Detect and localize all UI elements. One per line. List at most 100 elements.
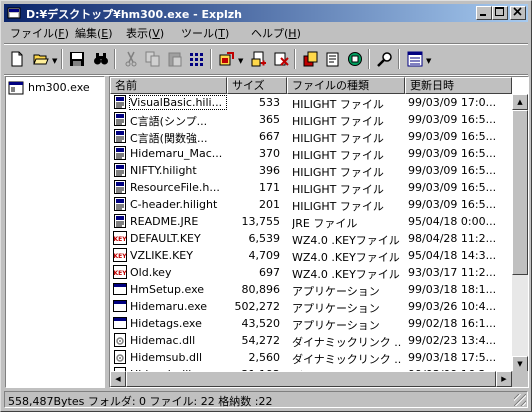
menu-view[interactable]: 表示(V)	[126, 25, 164, 41]
file-size: 697	[259, 266, 280, 279]
paste-button[interactable]	[164, 48, 186, 70]
convert-button[interactable]	[300, 48, 322, 70]
file-name: Hidemsub.dll	[130, 351, 203, 364]
file-date: 99/03/26 10:4...	[408, 300, 497, 313]
file-row[interactable]: C-header.hilight 201 HILIGHT ファイル 99/03/09 …	[110, 196, 512, 213]
file-date: 99/02/18 16:1...	[408, 317, 497, 330]
scroll-right-button[interactable]: ▶	[496, 371, 512, 387]
file-date: 99/03/09 17:0...	[408, 96, 497, 109]
file-row[interactable]: C言語(関数強... 667 HILIGHT ファイル 99/03/09 16:5..…	[110, 128, 512, 145]
save-button[interactable]	[66, 48, 88, 70]
maximize-button[interactable]	[492, 6, 508, 20]
file-row[interactable]: ResourceFile.h... 171 HILIGHT ファイル 99/03/09…	[110, 179, 512, 196]
scroll-up-button[interactable]: ▲	[512, 94, 528, 110]
properties-button[interactable]	[322, 48, 344, 70]
check-button[interactable]	[344, 48, 366, 70]
file-date: 98/04/28 11:2...	[408, 232, 497, 245]
app-icon	[7, 7, 21, 19]
vertical-scrollbar[interactable]: ▲ ▼	[512, 94, 528, 372]
new-archive-button[interactable]	[6, 48, 28, 70]
file-name: Hidemaru_Mac...	[130, 147, 223, 160]
extract-dropdown-arrow[interactable]: ▼	[238, 57, 243, 65]
file-row[interactable]: KEY VZLIKE.KEY 4,709 WZ4.0 .KEYファイル 95/04/18…	[110, 247, 512, 264]
extract-button[interactable]	[216, 48, 238, 70]
dll-icon	[113, 333, 127, 347]
scrollbar-corner	[512, 371, 528, 387]
file-size: 13,755	[241, 215, 281, 228]
add-files-button[interactable]	[248, 48, 270, 70]
file-row[interactable]: Hidemac.dll 54,272 ダイナミックリンク ... 99/02/23 1…	[110, 332, 512, 349]
scroll-down-button[interactable]: ▼	[512, 356, 528, 372]
column-header-date[interactable]: 更新日時	[405, 77, 512, 94]
file-row[interactable]: Hidemaru.exe 502,272 アプリケーション 99/03/26 10:4…	[110, 298, 512, 315]
key-file-icon: KEY	[113, 265, 127, 279]
resize-grip[interactable]	[514, 394, 526, 406]
copy-button[interactable]	[142, 48, 164, 70]
menu-edit[interactable]: 編集(E)	[75, 25, 113, 41]
save-icon	[70, 52, 84, 66]
file-row[interactable]: Hidemsub.dll 2,560 ダイナミックリンク ... 99/03/18 1…	[110, 349, 512, 366]
horizontal-scrollbar[interactable]: ◀ ▶	[110, 371, 512, 387]
open-folder-button[interactable]	[30, 48, 52, 70]
toolbar-separator	[210, 49, 212, 69]
file-size: 171	[259, 181, 280, 194]
file-row[interactable]: C言語(シンプ... 365 HILIGHT ファイル 99/03/09 16:5..…	[110, 111, 512, 128]
status-bar: 558,487Bytes フォルダ: 0 ファイル: 22 格納数 :22	[4, 391, 528, 408]
file-name: Hidemac.dll	[130, 334, 196, 347]
file-row[interactable]: NIFTY.hilight 396 HILIGHT ファイル 99/03/09 16:…	[110, 162, 512, 179]
menu-file[interactable]: ファイル(F)	[10, 25, 69, 41]
file-date: 99/03/09 16:5...	[408, 198, 497, 211]
menu-tools[interactable]: ツール(T)	[181, 25, 229, 41]
column-header-type[interactable]: ファイルの種類	[287, 77, 405, 94]
svg-text:KEY: KEY	[113, 270, 127, 277]
close-button[interactable]	[510, 6, 526, 20]
key-file-icon: KEY	[113, 248, 127, 262]
cut-button[interactable]	[120, 48, 142, 70]
file-name: NIFTY.hilight	[130, 164, 197, 177]
search-icon	[377, 52, 392, 67]
select-all-button[interactable]	[186, 48, 208, 70]
file-row[interactable]: Hidemaru_Mac... 370 HILIGHT ファイル 99/03/09 1…	[110, 145, 512, 162]
column-header-name[interactable]: 名前	[110, 77, 227, 94]
title-bar[interactable]: D:¥デスクトップ¥hm300.exe - Explzh	[4, 4, 528, 22]
file-row[interactable]: VisualBasic.hili... 533 HILIGHT ファイル 99/03/…	[110, 94, 512, 111]
file-row[interactable]: README.JRE 13,755 JRE ファイル 95/04/18 0:00...	[110, 213, 512, 230]
paste-icon	[168, 52, 182, 67]
vertical-scroll-thumb[interactable]	[512, 110, 528, 275]
column-header-size[interactable]: サイズ	[227, 77, 287, 94]
file-row[interactable]: HmSetup.exe 80,896 アプリケーション 99/03/18 18:1..…	[110, 281, 512, 298]
file-date: 99/03/18 17:5...	[408, 351, 497, 364]
file-size: 533	[259, 96, 280, 109]
close-icon	[513, 7, 522, 16]
menu-help[interactable]: ヘルプ(H)	[251, 25, 301, 41]
toolbar: ▼ ▼ ▼	[4, 45, 530, 73]
document-icon	[113, 112, 127, 126]
horizontal-scroll-thumb[interactable]	[126, 371, 496, 387]
file-row[interactable]: Hidetags.exe 43,520 アプリケーション 99/02/18 16:1.…	[110, 315, 512, 332]
extract-icon	[219, 52, 234, 66]
delete-button[interactable]	[270, 48, 292, 70]
file-size: 4,709	[248, 249, 281, 262]
scroll-left-button[interactable]: ◀	[110, 371, 126, 387]
search-button[interactable]	[374, 48, 396, 70]
file-size: 80,896	[241, 283, 281, 296]
toolbar-separator	[368, 49, 370, 69]
key-file-icon: KEY	[113, 231, 127, 245]
explzh-window: D:¥デスクトップ¥hm300.exe - Explzh ファイル(F) 編集(…	[0, 0, 532, 412]
view-mode-dropdown-arrow[interactable]: ▼	[426, 57, 431, 65]
file-type: アプリケーション	[292, 319, 380, 332]
file-size: 370	[259, 147, 280, 160]
archive-icon	[8, 81, 24, 95]
svg-text:KEY: KEY	[113, 236, 127, 243]
find-button[interactable]	[90, 48, 112, 70]
file-type: アプリケーション	[292, 285, 380, 298]
file-row[interactable]: KEY DEFAULT.KEY 6,539 WZ4.0 .KEYファイル 98/04/2…	[110, 230, 512, 247]
file-name: C言語(関数強...	[130, 132, 208, 145]
view-mode-button[interactable]	[404, 48, 426, 70]
file-name: C言語(シンプ...	[130, 115, 208, 128]
file-name: DEFAULT.KEY	[130, 232, 201, 245]
file-row[interactable]: KEY Old.key 697 WZ4.0 .KEYファイル 93/03/17 11:2…	[110, 264, 512, 281]
file-type: HILIGHT ファイル	[292, 149, 384, 162]
open-dropdown-arrow[interactable]: ▼	[52, 57, 57, 65]
minimize-button[interactable]	[476, 6, 492, 20]
